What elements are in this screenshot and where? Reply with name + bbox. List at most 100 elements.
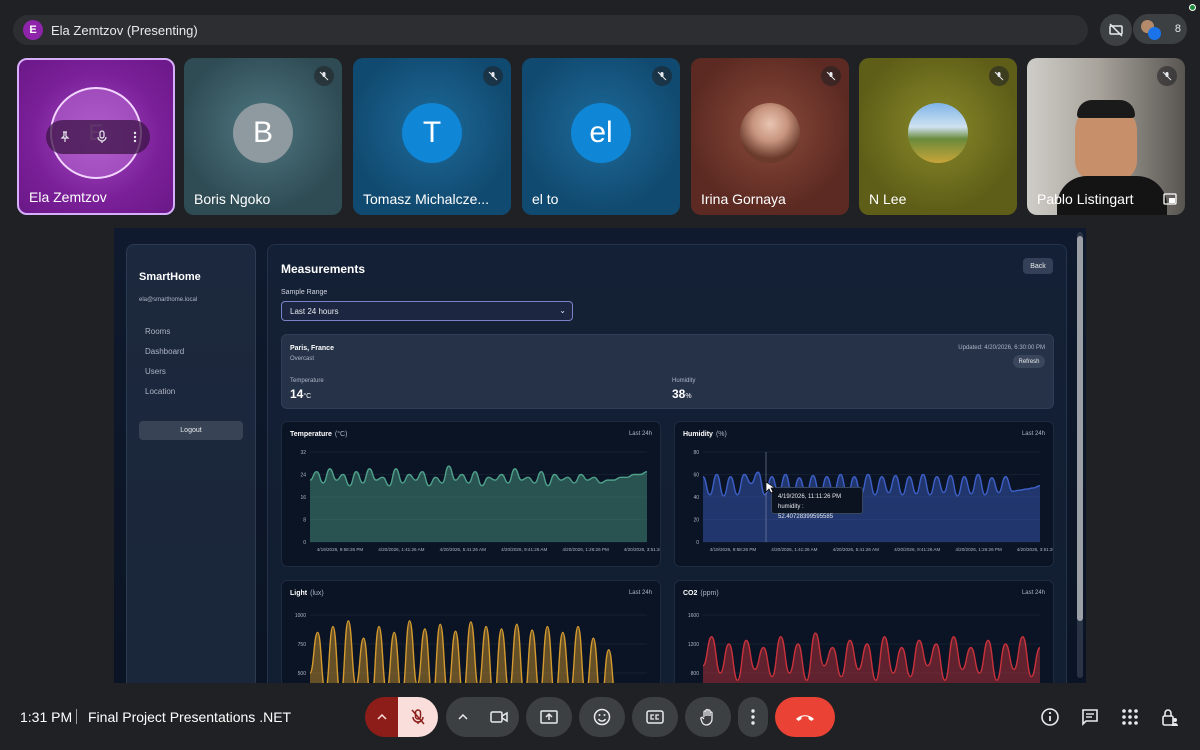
nav-dashboard[interactable]: Dashboard: [145, 347, 184, 356]
tile-name: N Lee: [869, 191, 907, 207]
presenter-bar[interactable]: E Ela Zemtzov (Presenting): [13, 15, 1088, 45]
leave-call-button[interactable]: [775, 697, 835, 737]
unmute-button[interactable]: [398, 697, 438, 737]
weather-location: Paris, France: [290, 345, 334, 352]
x-tick-label: 4/19/2026, 9:58:26 PM: [317, 547, 364, 552]
apps-grid-icon: [1122, 709, 1138, 725]
video-hair: [1077, 100, 1135, 118]
logout-button[interactable]: Logout: [139, 421, 243, 440]
y-tick-label: 500: [298, 671, 307, 677]
y-tick-label: 1200: [688, 642, 699, 648]
tile-name: el to: [532, 191, 559, 207]
video-options-button[interactable]: [446, 697, 479, 737]
tile-name: Pablo Listingart: [1037, 191, 1134, 207]
temp-value: 14°C: [290, 387, 312, 401]
scrollbar[interactable]: [1077, 232, 1083, 678]
x-tick-label: 4/20/2026, 1:41:26 AM: [378, 547, 424, 552]
chat-button[interactable]: [1077, 704, 1103, 730]
raise-hand-button[interactable]: [685, 697, 731, 737]
pip-icon[interactable]: [1163, 193, 1177, 205]
chevron-up-icon: [457, 714, 468, 720]
presenter-label: Ela Zemtzov (Presenting): [51, 22, 198, 38]
nav-rooms[interactable]: Rooms: [145, 327, 170, 336]
tile-boris-ngoko[interactable]: B Boris Ngoko: [184, 58, 342, 215]
reactions-button[interactable]: [579, 697, 625, 737]
videocam-icon: [490, 711, 508, 723]
temp-label: Temperature: [290, 378, 324, 384]
meeting-details-button[interactable]: [1037, 704, 1063, 730]
tile-pablo-listingart[interactable]: Pablo Listingart: [1027, 58, 1185, 215]
tile-ela-zemtzov[interactable]: E Ela Zemtzov: [17, 58, 175, 215]
mic-off-icon: [411, 709, 425, 725]
more-vert-icon[interactable]: [133, 131, 137, 143]
chart-title: Humidity (%): [683, 431, 727, 438]
y-tick-label: 750: [298, 642, 307, 648]
x-tick-label: 4/20/2026, 9:41:26 AM: [894, 547, 940, 552]
chart-title: CO2 (ppm): [683, 590, 719, 597]
app-brand: SmartHome: [139, 271, 201, 283]
y-tick-label: 60: [693, 473, 699, 479]
refresh-button[interactable]: Refresh: [1013, 355, 1045, 368]
weather-condition: Overcast: [290, 356, 315, 362]
status-dot: [1189, 4, 1196, 11]
muted-mic-icon: [989, 66, 1009, 86]
humidity-plot[interactable]: 80 60 40 20 0 4/19/2026, 9:58:26 PM 4/20/2026,…: [675, 422, 1054, 567]
tile-name: Tomasz Michalcze...: [363, 191, 490, 207]
more-options-button[interactable]: [738, 697, 768, 737]
pin-icon[interactable]: [59, 131, 71, 143]
muted-mic-icon: [652, 66, 672, 86]
lock-person-icon: [1162, 709, 1178, 726]
temperature-plot: 32 24 16 8 0 4/19/2026, 9:58:26 PM 4/20/2026, …: [300, 450, 660, 552]
range-label: Sample Range: [281, 289, 328, 296]
back-button[interactable]: Back: [1023, 258, 1053, 274]
participant-count: 8: [1174, 23, 1182, 35]
tile-n-lee[interactable]: N Lee: [859, 58, 1017, 215]
light-chart: 1000 750 500 250 Light (lux) Last 24h: [281, 580, 661, 683]
hand-icon: [700, 708, 713, 726]
x-tick-label: 4/20/2026, 5:41:26 AM: [833, 547, 879, 552]
tile-irina-gornaya[interactable]: Irina Gornaya: [691, 58, 849, 215]
camera-button[interactable]: [479, 697, 519, 737]
tile-tomasz[interactable]: T Tomasz Michalcze...: [353, 58, 511, 215]
nav-users[interactable]: Users: [145, 367, 166, 376]
audio-options-button[interactable]: [365, 697, 398, 737]
chevron-up-icon: [376, 714, 387, 720]
x-tick-label: 4/20/2026, 5:41:26 AM: [440, 547, 486, 552]
y-tick-label: 24: [300, 473, 306, 479]
chat-icon: [1082, 709, 1098, 726]
scrollbar-thumb[interactable]: [1077, 236, 1083, 621]
weather-card: Paris, France Overcast Updated: 4/20/202…: [281, 334, 1054, 409]
tile-avatar: B: [233, 103, 293, 164]
activities-button[interactable]: [1117, 704, 1143, 730]
user-email: ela@smarthome.local: [139, 297, 198, 303]
captions-button[interactable]: [632, 697, 678, 737]
chart-title: Temperature (°C): [290, 431, 348, 438]
app-sidebar: SmartHome ela@smarthome.local Rooms Dash…: [126, 244, 256, 683]
x-tick-label: 4/20/2026, 9:41:26 AM: [501, 547, 547, 552]
participant-strip: E Ela Zemtzov B Boris Ngoko T Tomasz Mic…: [15, 58, 1187, 215]
tile-name: Boris Ngoko: [194, 191, 271, 207]
y-tick-label: 1000: [295, 613, 306, 619]
host-controls-button[interactable]: [1157, 704, 1183, 730]
range-select[interactable]: Last 24 hours ⌄: [281, 301, 573, 321]
y-tick-label: 0: [303, 540, 306, 546]
present-button[interactable]: [526, 697, 572, 737]
y-tick-label: 8: [303, 518, 306, 524]
chevron-down-icon: ⌄: [559, 306, 566, 315]
tile-el-to[interactable]: el el to: [522, 58, 680, 215]
stop-presenting-button[interactable]: [1100, 14, 1132, 46]
y-tick-label: 1600: [688, 613, 699, 619]
people-button[interactable]: 8: [1133, 14, 1187, 44]
y-tick-label: 800: [691, 671, 700, 677]
presenter-avatar: E: [23, 20, 43, 40]
weather-updated: Updated: 4/20/2026, 6:30:00 PM: [958, 345, 1045, 351]
mic-control: [365, 697, 438, 737]
nav-location[interactable]: Location: [145, 387, 175, 396]
x-tick-label: 4/20/2026, 1:26:26 PM: [955, 547, 1002, 552]
tile-avatar: T: [402, 103, 462, 164]
mic-icon[interactable]: [96, 130, 108, 144]
co2-chart: 16001200800400 CO2(ppm) Last 24h: [674, 580, 1054, 683]
people-avatars: [1139, 19, 1163, 40]
meet-window: E Ela Zemtzov (Presenting) 8 E Ela Zemtz…: [0, 0, 1200, 750]
chart-range: Last 24h: [1021, 590, 1045, 596]
